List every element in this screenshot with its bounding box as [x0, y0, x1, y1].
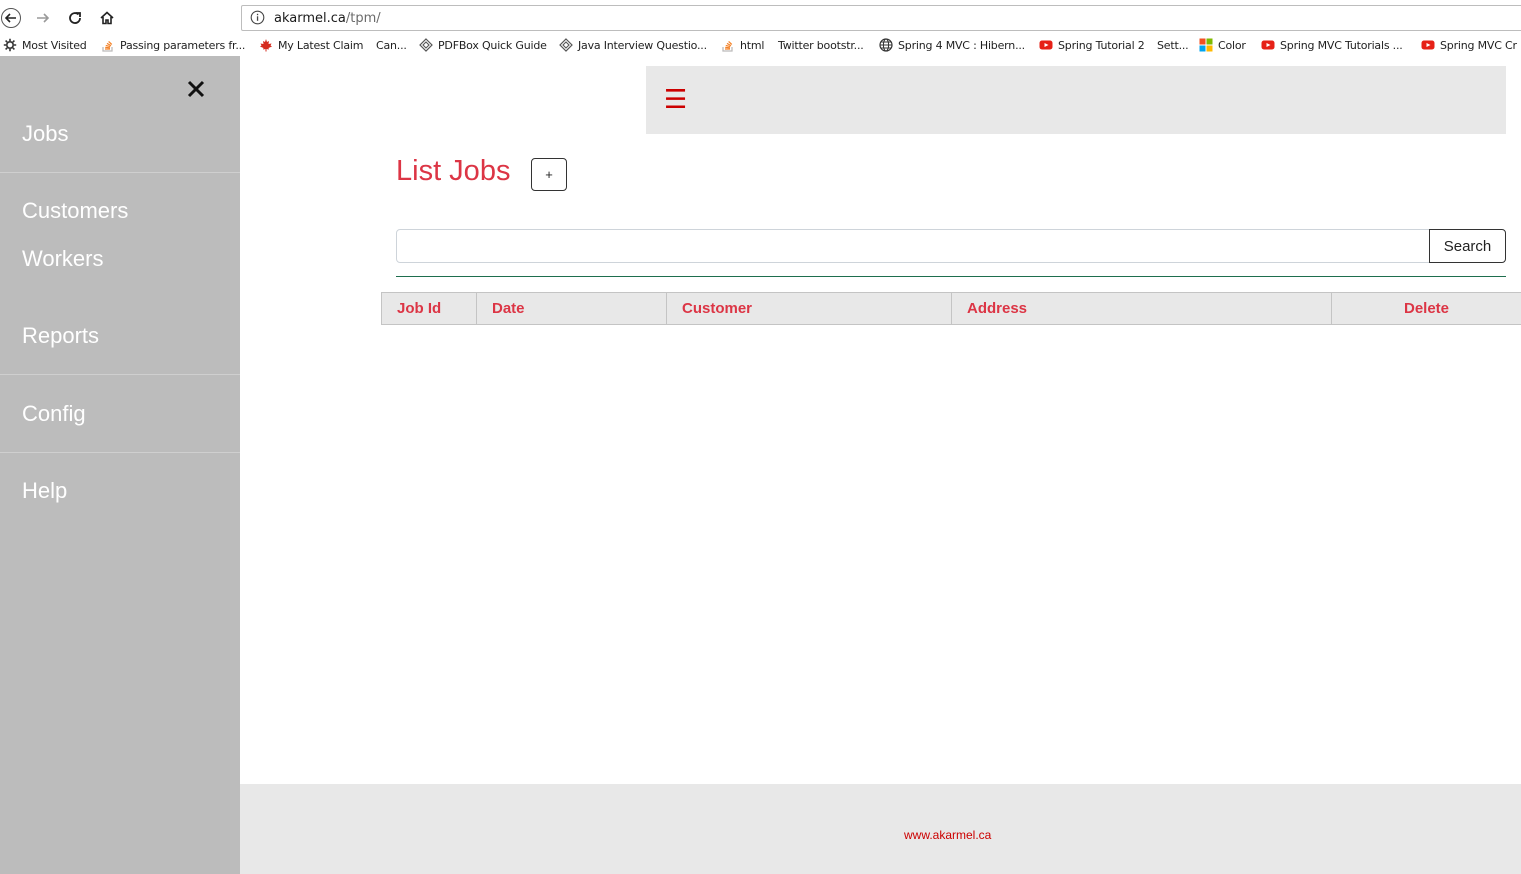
divider: [396, 276, 1506, 277]
youtube-icon: [1261, 40, 1275, 50]
hamburger-icon[interactable]: ☰: [664, 86, 687, 112]
bookmark-most-visited[interactable]: Most Visited: [3, 37, 87, 53]
url-host: akarmel.ca: [274, 11, 346, 26]
stackoverflow-icon: [102, 40, 113, 52]
column-header-customer[interactable]: Customer: [666, 292, 952, 325]
sidebar-item-config[interactable]: Config: [22, 401, 86, 427]
bookmark-label: html: [740, 38, 765, 52]
bookmark-passing-parameters[interactable]: Passing parameters fr...: [101, 37, 245, 53]
column-header-job-id[interactable]: Job Id: [381, 292, 477, 325]
url-text: akarmel.ca/tpm/: [274, 11, 381, 26]
bookmark-label: Spring 4 MVC : Hibern...: [898, 38, 1025, 52]
stackoverflow-icon: [722, 40, 733, 52]
sidebar-divider: [0, 452, 240, 453]
bookmarks-bar: Most Visited Passing parameters fr... My…: [0, 34, 1521, 56]
top-navbar: ☰: [646, 66, 1506, 134]
column-header-address[interactable]: Address: [951, 292, 1332, 325]
windows-icon: [1199, 38, 1213, 52]
footer-link[interactable]: www.akarmel.ca: [904, 828, 991, 842]
bookmark-label: Twitter bootstr...: [778, 38, 864, 52]
bookmark-my-latest-claim[interactable]: My Latest Claim: [259, 37, 363, 53]
youtube-icon: [1039, 40, 1053, 50]
bookmark-label: Spring MVC Tutorials ...: [1280, 38, 1403, 52]
forward-arrow-icon[interactable]: [32, 7, 54, 29]
jobs-table: Job Id Date Customer Address Delete: [381, 292, 1521, 325]
youtube-icon: [1421, 40, 1435, 50]
sidebar-item-reports[interactable]: Reports: [22, 323, 99, 349]
bookmark-spring-mvc-tutorials[interactable]: Spring MVC Tutorials ...: [1261, 37, 1403, 53]
diamond-icon: [559, 38, 573, 52]
bookmark-color[interactable]: Color: [1199, 37, 1246, 53]
bookmark-label: Most Visited: [22, 38, 87, 52]
bookmark-label: Spring MVC Cr: [1440, 38, 1517, 52]
bookmark-twitter-bootstrap[interactable]: Twitter bootstr...: [778, 37, 864, 53]
bookmark-label: Sett...: [1157, 38, 1189, 52]
browser-toolbar: akarmel.ca/tpm/: [0, 0, 1521, 34]
globe-icon: [879, 38, 893, 52]
page-title: List Jobs: [396, 155, 511, 187]
search-button[interactable]: Search: [1429, 229, 1506, 263]
column-header-delete[interactable]: Delete: [1331, 292, 1521, 325]
column-header-date[interactable]: Date: [476, 292, 667, 325]
bookmark-label: Spring Tutorial 2: [1058, 38, 1145, 52]
sidebar-item-help[interactable]: Help: [22, 478, 67, 504]
bookmark-pdfbox-quick-guide[interactable]: PDFBox Quick Guide: [419, 37, 547, 53]
reload-icon[interactable]: [64, 7, 86, 29]
info-icon[interactable]: [250, 10, 265, 25]
sidebar: Jobs Customers Workers Reports Config He…: [0, 56, 240, 874]
bookmark-can[interactable]: Can...: [376, 37, 407, 53]
bookmark-label: PDFBox Quick Guide: [438, 38, 547, 52]
sidebar-item-workers[interactable]: Workers: [22, 246, 104, 272]
search-input[interactable]: [396, 229, 1430, 263]
bookmark-label: Passing parameters fr...: [120, 38, 246, 52]
maple-leaf-icon: [260, 39, 272, 52]
footer: www.akarmel.ca: [240, 784, 1521, 874]
url-path: /tpm/: [345, 11, 381, 26]
bookmark-html[interactable]: html: [721, 37, 764, 53]
close-icon[interactable]: [185, 78, 207, 100]
bookmark-spring-4-mvc[interactable]: Spring 4 MVC : Hibern...: [879, 37, 1025, 53]
bookmark-label: My Latest Claim: [278, 38, 364, 52]
bookmark-sett[interactable]: Sett...: [1157, 37, 1189, 53]
bookmark-spring-mvc-cr[interactable]: Spring MVC Cr: [1421, 37, 1517, 53]
bookmark-label: Can...: [376, 38, 407, 52]
back-arrow-icon[interactable]: [0, 7, 22, 29]
sidebar-divider: [0, 374, 240, 375]
address-bar[interactable]: akarmel.ca/tpm/: [241, 5, 1521, 31]
bookmark-spring-tutorial-2[interactable]: Spring Tutorial 2: [1039, 37, 1145, 53]
sidebar-divider: [0, 172, 240, 173]
sidebar-item-customers[interactable]: Customers: [22, 198, 128, 224]
gear-icon: [3, 38, 17, 52]
bookmark-label: Java Interview Questio...: [578, 38, 707, 52]
diamond-icon: [419, 38, 433, 52]
home-icon[interactable]: [96, 7, 118, 29]
bookmark-label: Color: [1218, 38, 1246, 52]
sidebar-item-jobs[interactable]: Jobs: [22, 121, 68, 147]
add-job-button[interactable]: +: [531, 158, 567, 191]
bookmark-java-interview[interactable]: Java Interview Questio...: [559, 37, 707, 53]
table-header-row: Job Id Date Customer Address Delete: [381, 292, 1521, 325]
